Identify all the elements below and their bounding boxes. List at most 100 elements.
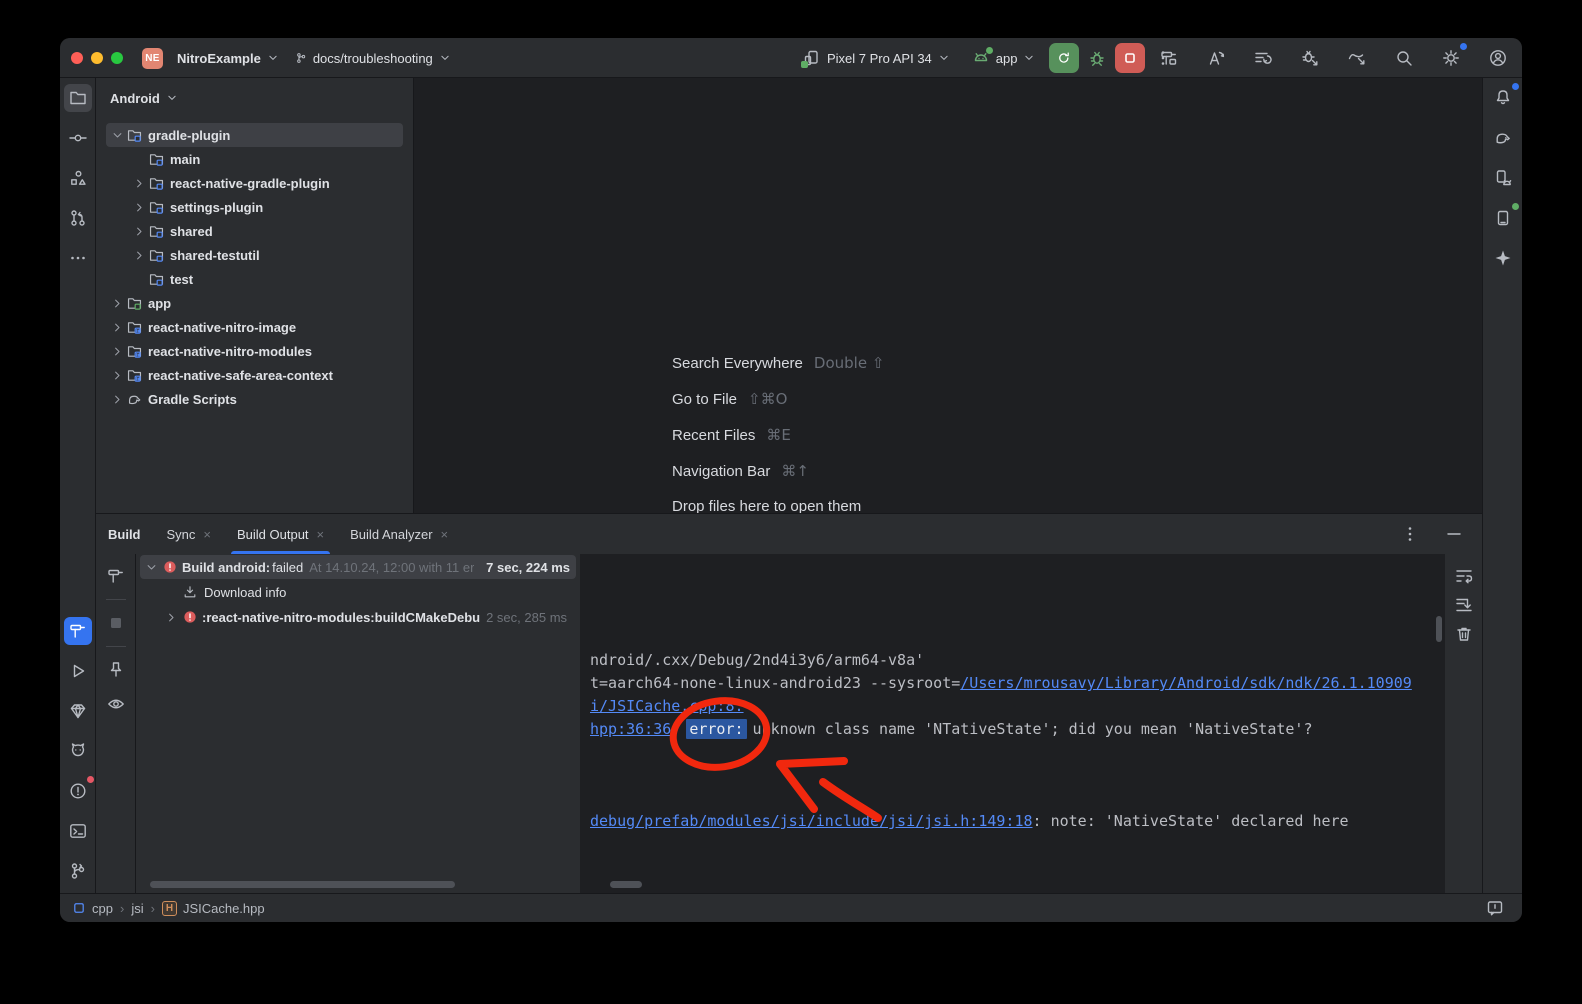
device-manager-button[interactable] xyxy=(1489,164,1517,192)
console-vertical-scrollbar[interactable] xyxy=(1436,616,1442,642)
pending-tasks-button[interactable] xyxy=(1249,44,1277,72)
build-toolbar xyxy=(96,554,136,893)
console-file-link[interactable]: /Users/mrousavy/Library/Android/sdk/ndk/… xyxy=(960,674,1412,692)
tree-item-react-native-safe-area-context[interactable]: react-native-safe-area-context xyxy=(106,363,403,387)
event-log-button[interactable] xyxy=(1483,896,1507,920)
project-folder-button[interactable] xyxy=(64,84,92,112)
account-button[interactable] xyxy=(1484,44,1512,72)
shortcut-row: Navigation Bar⌘↑ xyxy=(672,453,884,489)
hide-button[interactable] xyxy=(1440,520,1468,548)
chevron-right-icon[interactable] xyxy=(108,294,126,312)
branch-selector[interactable]: docs/troubleshooting xyxy=(287,47,459,70)
build-tree-row[interactable]: Download info xyxy=(140,580,576,604)
settings-button[interactable] xyxy=(1437,44,1465,72)
pull-requests-button[interactable] xyxy=(64,204,92,232)
attach-debugger-button[interactable] xyxy=(1296,44,1324,72)
breadcrumb-item[interactable]: jsi xyxy=(131,901,143,916)
more-button[interactable] xyxy=(64,244,92,272)
tree-item-gradle-scripts[interactable]: Gradle Scripts xyxy=(106,387,403,411)
options-kebab-button[interactable] xyxy=(1396,520,1424,548)
search-everywhere-icon xyxy=(1394,48,1414,68)
tree-item-app[interactable]: app xyxy=(106,291,403,315)
breadcrumb-item[interactable]: cpp xyxy=(72,901,113,916)
tree-item-shared-testutil[interactable]: shared-testutil xyxy=(106,243,403,267)
stop-button[interactable] xyxy=(1115,43,1145,73)
project-selector[interactable]: NitroExample xyxy=(170,47,287,70)
build-hammer-button[interactable] xyxy=(102,562,130,590)
build-tabs: Sync× Build Output× Build Analyzer× xyxy=(167,514,449,554)
app-insights-button[interactable] xyxy=(64,697,92,725)
tree-item-react-native-gradle-plugin[interactable]: react-native-gradle-plugin xyxy=(106,171,403,195)
clear-all-button[interactable] xyxy=(1452,622,1476,646)
run-configuration-selector[interactable]: app xyxy=(964,44,1044,72)
device-selector[interactable]: Pixel 7 Pro API 34 xyxy=(795,44,958,72)
inspect-code-button[interactable] xyxy=(1202,44,1230,72)
tab-sync[interactable]: Sync× xyxy=(167,514,212,554)
build-hammer-button[interactable] xyxy=(64,617,92,645)
tab-build-analyzer[interactable]: Build Analyzer× xyxy=(350,514,448,554)
build-tree-row[interactable]: :react-native-nitro-modules:buildCMakeDe… xyxy=(140,605,576,629)
chevron-right-icon[interactable] xyxy=(130,198,148,216)
tree-item-settings-plugin[interactable]: settings-plugin xyxy=(106,195,403,219)
chevron-right-icon[interactable] xyxy=(108,318,126,336)
gemini-button[interactable] xyxy=(1489,244,1517,272)
structure-button[interactable] xyxy=(64,164,92,192)
build-tree-row[interactable]: Build android:failedAt 14.10.24, 12:00 w… xyxy=(140,555,576,579)
tree-item-shared[interactable]: shared xyxy=(106,219,403,243)
zoom-window-button[interactable] xyxy=(111,52,123,64)
profiler-button[interactable] xyxy=(1343,44,1371,72)
build-step-duration: 7 sec, 224 ms xyxy=(486,560,576,575)
project-tree: gradle-pluginmainreact-native-gradle-plu… xyxy=(96,123,413,411)
project-view-label: Android xyxy=(110,91,160,106)
soft-wrap-button[interactable] xyxy=(1452,564,1476,588)
logcat-button[interactable] xyxy=(64,737,92,765)
close-tab-icon[interactable]: × xyxy=(441,527,449,542)
preview-button[interactable] xyxy=(102,690,130,718)
version-control-button[interactable] xyxy=(64,857,92,885)
stop-filled-icon xyxy=(106,613,126,633)
commit-button[interactable] xyxy=(64,124,92,152)
tree-item-react-native-nitro-modules[interactable]: react-native-nitro-modules xyxy=(106,339,403,363)
console-file-link[interactable]: debug/prefab/modules/jsi/include/jsi/jsi… xyxy=(590,812,1033,830)
library-folder-icon xyxy=(126,343,143,360)
chevron-right-icon[interactable] xyxy=(108,342,126,360)
chevron-right-icon[interactable] xyxy=(130,246,148,264)
notifications-button[interactable] xyxy=(1489,84,1517,112)
rerun-button[interactable] xyxy=(1049,43,1079,73)
pin-button[interactable] xyxy=(102,656,130,684)
gradle-button[interactable] xyxy=(1489,124,1517,152)
tree-item-main[interactable]: main xyxy=(106,147,403,171)
problems-button[interactable] xyxy=(64,777,92,805)
tree-item-label: shared-testutil xyxy=(170,248,260,263)
console-file-link[interactable]: hpp:36:36 xyxy=(590,720,671,738)
stop-filled-button[interactable] xyxy=(102,609,130,637)
build-button[interactable] xyxy=(1155,44,1183,72)
tree-item-test[interactable]: test xyxy=(106,267,403,291)
run-button[interactable] xyxy=(64,657,92,685)
rerun-icon xyxy=(1057,51,1071,65)
tree-horizontal-scrollbar[interactable] xyxy=(150,881,455,888)
chevron-right-icon[interactable] xyxy=(108,366,126,384)
chevron-down-icon[interactable] xyxy=(142,558,160,576)
chevron-down-icon[interactable] xyxy=(108,126,126,144)
tab-build-output[interactable]: Build Output× xyxy=(237,514,324,554)
chevron-right-icon[interactable] xyxy=(130,174,148,192)
project-view-selector[interactable]: Android xyxy=(96,78,186,118)
close-window-button[interactable] xyxy=(71,52,83,64)
chevron-right-icon[interactable] xyxy=(162,608,180,626)
chevron-right-icon[interactable] xyxy=(130,222,148,240)
console-horizontal-scrollbar[interactable] xyxy=(610,881,642,888)
close-tab-icon[interactable]: × xyxy=(203,527,211,542)
close-tab-icon[interactable]: × xyxy=(317,527,325,542)
terminal-button[interactable] xyxy=(64,817,92,845)
scroll-to-end-button[interactable] xyxy=(1452,593,1476,617)
minimize-window-button[interactable] xyxy=(91,52,103,64)
debug-button[interactable] xyxy=(1085,46,1109,70)
breadcrumb-item[interactable]: HJSICache.hpp xyxy=(162,901,265,916)
search-everywhere-button[interactable] xyxy=(1390,44,1418,72)
running-devices-button[interactable] xyxy=(1489,204,1517,232)
chevron-right-icon[interactable] xyxy=(108,390,126,408)
console-file-link[interactable]: i/JSICache.cpp:8: xyxy=(590,697,744,715)
tree-item-react-native-nitro-image[interactable]: react-native-nitro-image xyxy=(106,315,403,339)
tree-item-gradle-plugin[interactable]: gradle-plugin xyxy=(106,123,403,147)
